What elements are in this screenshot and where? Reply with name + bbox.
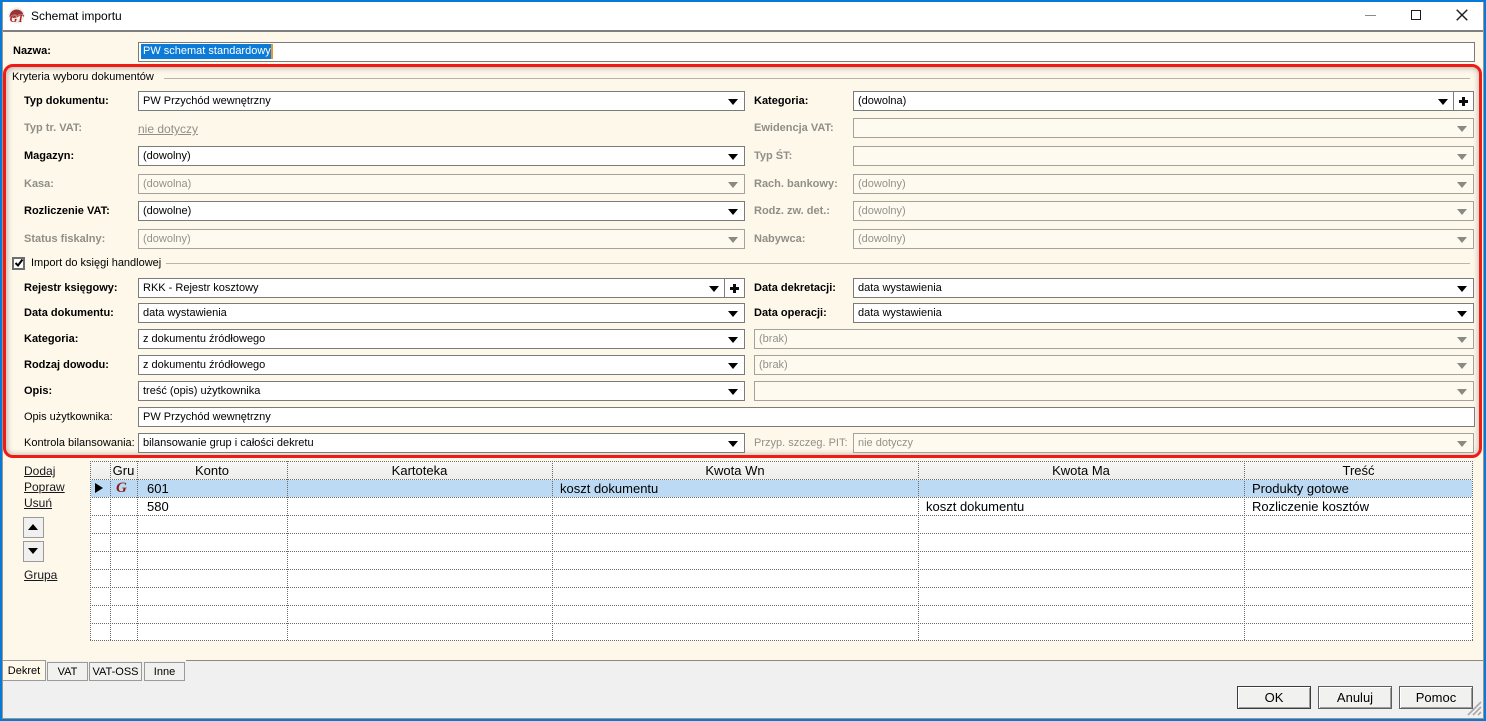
svg-text:GT: GT [10, 14, 25, 24]
